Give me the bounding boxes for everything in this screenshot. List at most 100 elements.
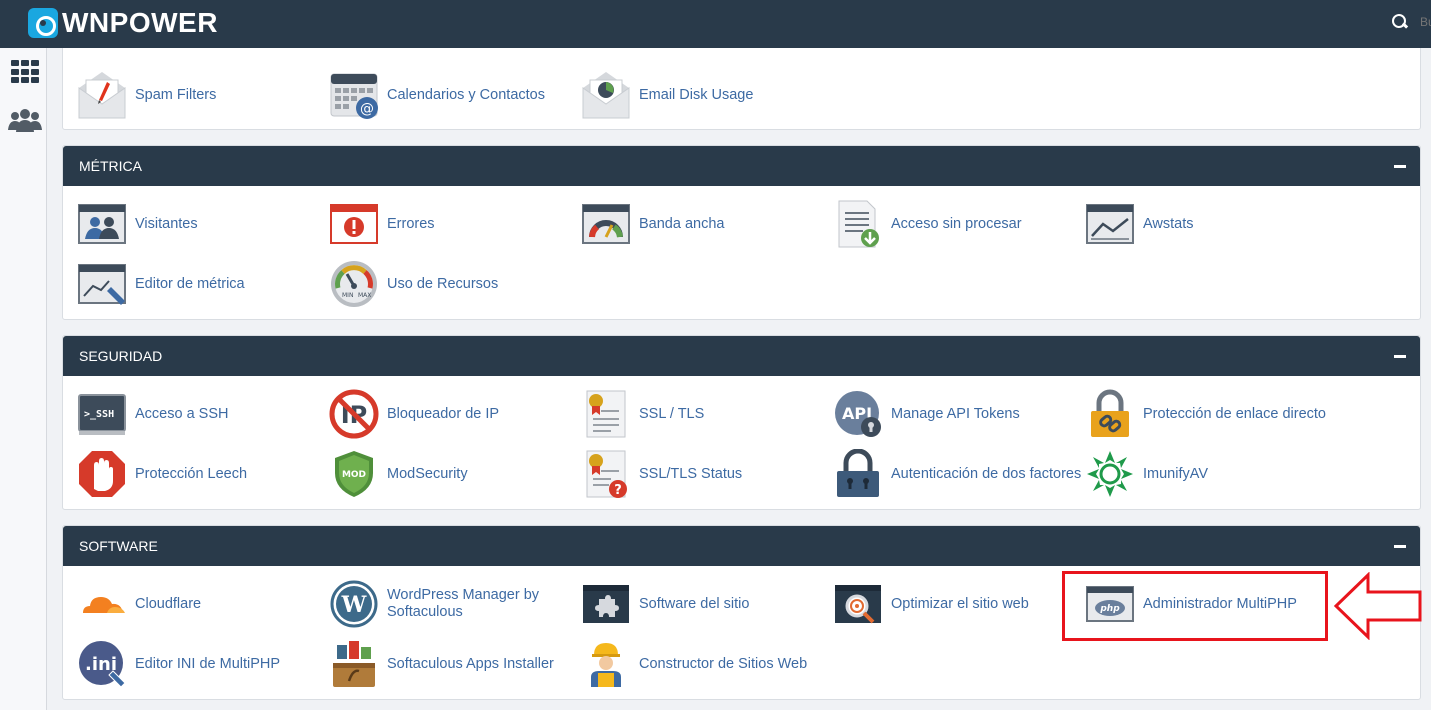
metrics-editor-icon: [78, 264, 126, 305]
wordpress-icon: W: [330, 580, 378, 628]
item-label: Visitantes: [135, 215, 198, 232]
ip-blocker-icon: IP: [329, 389, 379, 439]
item-label: SSL / TLS: [639, 405, 705, 422]
seguridad-item-two-factor[interactable]: Autenticación de dos factores: [833, 448, 1081, 500]
metrica-item-raw-access[interactable]: Acceso sin procesar: [833, 198, 1022, 250]
bandwidth-icon: [582, 204, 630, 244]
software-item-wordpress-manager[interactable]: W WordPress Manager by Softaculous: [329, 578, 552, 630]
resource-usage-icon: MIN MAX: [331, 261, 377, 307]
metrica-item-visitors[interactable]: Visitantes: [77, 198, 198, 250]
item-label: Manage API Tokens: [891, 405, 1020, 422]
metrica-item-awstats[interactable]: Awstats: [1085, 198, 1194, 250]
awstats-icon: [1086, 204, 1134, 244]
seguridad-header[interactable]: SEGURIDAD: [63, 336, 1420, 376]
section-title: MÉTRICA: [79, 158, 142, 174]
email-item-email-disk-usage[interactable]: Email Disk Usage: [581, 69, 753, 121]
item-label: Autenticación de dos factores: [891, 465, 1082, 482]
item-label: ModSecurity: [387, 465, 468, 482]
metrica-item-resource-usage[interactable]: MIN MAX Uso de Recursos: [329, 258, 498, 310]
item-label: Acceso sin procesar: [891, 215, 1022, 232]
users-icon[interactable]: [7, 108, 43, 134]
seguridad-item-leech-protection[interactable]: Protección Leech: [77, 448, 247, 500]
item-label: Cloudflare: [135, 595, 202, 612]
errors-icon: [330, 204, 378, 244]
seguridad-item-modsecurity[interactable]: MOD ModSecurity: [329, 448, 468, 500]
svg-text:>_SSH: >_SSH: [84, 409, 114, 420]
item-label: Banda ancha: [639, 215, 725, 232]
hotlink-protection-icon: [1091, 389, 1129, 437]
item-label: WordPress Manager by Softaculous: [387, 587, 540, 620]
email-item-calendars-contacts[interactable]: @ Calendarios y Contactos: [329, 69, 545, 121]
software-item-site-builder[interactable]: Constructor de Sitios Web: [581, 638, 807, 690]
software-item-multiphp-ini-editor[interactable]: .ini Editor INI de MultiPHP: [77, 638, 280, 690]
item-label: Editor de métrica: [135, 275, 245, 292]
collapse-icon[interactable]: [1394, 355, 1406, 358]
item-label: Protección Leech: [135, 465, 248, 482]
search-input[interactable]: [1420, 15, 1431, 29]
brand-logo[interactable]: WNPOWER: [28, 6, 218, 40]
email-disk-usage-icon: [582, 72, 630, 119]
ssl-tls-icon: [586, 390, 626, 438]
metrica-panel: MÉTRICA Visitantes Errores Banda ancha A…: [62, 145, 1421, 320]
site-software-icon: [583, 585, 629, 623]
metrica-item-metrics-editor[interactable]: Editor de métrica: [77, 258, 245, 310]
item-label: Softaculous Apps Installer: [387, 655, 554, 672]
top-bar: WNPOWER: [0, 0, 1431, 48]
item-label: ImunifyAV: [1143, 465, 1209, 482]
two-factor-icon: [837, 449, 879, 497]
leech-protection-icon: [79, 451, 125, 497]
item-label: Uso de Recursos: [387, 275, 499, 292]
highlight-box: [1062, 571, 1328, 641]
item-label: Constructor de Sitios Web: [639, 655, 808, 672]
item-label: SSL/TLS Status: [639, 465, 743, 482]
metrica-item-bandwidth[interactable]: Banda ancha: [581, 198, 724, 250]
metrica-item-errors[interactable]: Errores: [329, 198, 435, 250]
raw-access-icon: [838, 200, 879, 248]
section-title: SEGURIDAD: [79, 348, 163, 364]
ssl-status-icon: ?: [586, 450, 627, 498]
software-item-site-software[interactable]: Software del sitio: [581, 578, 749, 630]
seguridad-item-hotlink-protection[interactable]: Protección de enlace directo: [1085, 388, 1326, 440]
left-sidebar: [0, 48, 47, 710]
item-label: Errores: [387, 215, 435, 232]
svg-text:MAX: MAX: [358, 292, 371, 299]
seguridad-item-ssl-status[interactable]: ? SSL/TLS Status: [581, 448, 742, 500]
search-icon[interactable]: [1392, 14, 1408, 30]
item-label: Email Disk Usage: [639, 86, 754, 103]
email-item-spam-filters[interactable]: Spam Filters: [77, 69, 216, 121]
item-label: Bloqueador de IP: [387, 405, 500, 422]
software-item-optimize-website[interactable]: Optimizar el sitio web: [833, 578, 1029, 630]
collapse-icon[interactable]: [1394, 545, 1406, 548]
spam-filters-icon: [78, 72, 126, 119]
wnpower-logo-icon: [28, 8, 58, 38]
brand-name: WNPOWER: [62, 7, 218, 38]
imunifyav-icon: [1087, 451, 1133, 497]
search-area: [1392, 14, 1431, 30]
softaculous-icon: [333, 641, 375, 687]
collapse-icon[interactable]: [1394, 165, 1406, 168]
modsecurity-icon: MOD: [335, 451, 373, 497]
seguridad-item-imunifyav[interactable]: ImunifyAV: [1085, 448, 1208, 500]
svg-text:@: @: [360, 101, 374, 117]
item-label: Acceso a SSH: [135, 405, 229, 422]
svg-text:?: ?: [614, 483, 622, 498]
item-label: Optimizar el sitio web: [891, 595, 1029, 612]
section-title: SOFTWARE: [79, 538, 158, 554]
arrow-left-icon: [1333, 572, 1422, 640]
software-item-softaculous[interactable]: Softaculous Apps Installer: [329, 638, 554, 690]
software-header[interactable]: SOFTWARE: [63, 526, 1420, 566]
seguridad-item-ssh[interactable]: >_SSH Acceso a SSH: [77, 388, 229, 440]
seguridad-item-api-tokens[interactable]: API Manage API Tokens: [833, 388, 1020, 440]
metrica-header[interactable]: MÉTRICA: [63, 146, 1420, 186]
item-label: Editor INI de MultiPHP: [135, 655, 281, 672]
api-tokens-icon: API: [835, 391, 881, 437]
seguridad-item-ssl-tls[interactable]: SSL / TLS: [581, 388, 704, 440]
grid-icon[interactable]: [11, 60, 39, 84]
item-label: Spam Filters: [135, 86, 217, 103]
seguridad-item-ip-blocker[interactable]: IP Bloqueador de IP: [329, 388, 499, 440]
visitors-icon: [78, 204, 126, 244]
item-label: Software del sitio: [639, 595, 750, 612]
svg-text:MOD: MOD: [342, 470, 366, 480]
software-item-cloudflare[interactable]: Cloudflare: [77, 578, 201, 630]
item-label: Protección de enlace directo: [1143, 405, 1326, 422]
